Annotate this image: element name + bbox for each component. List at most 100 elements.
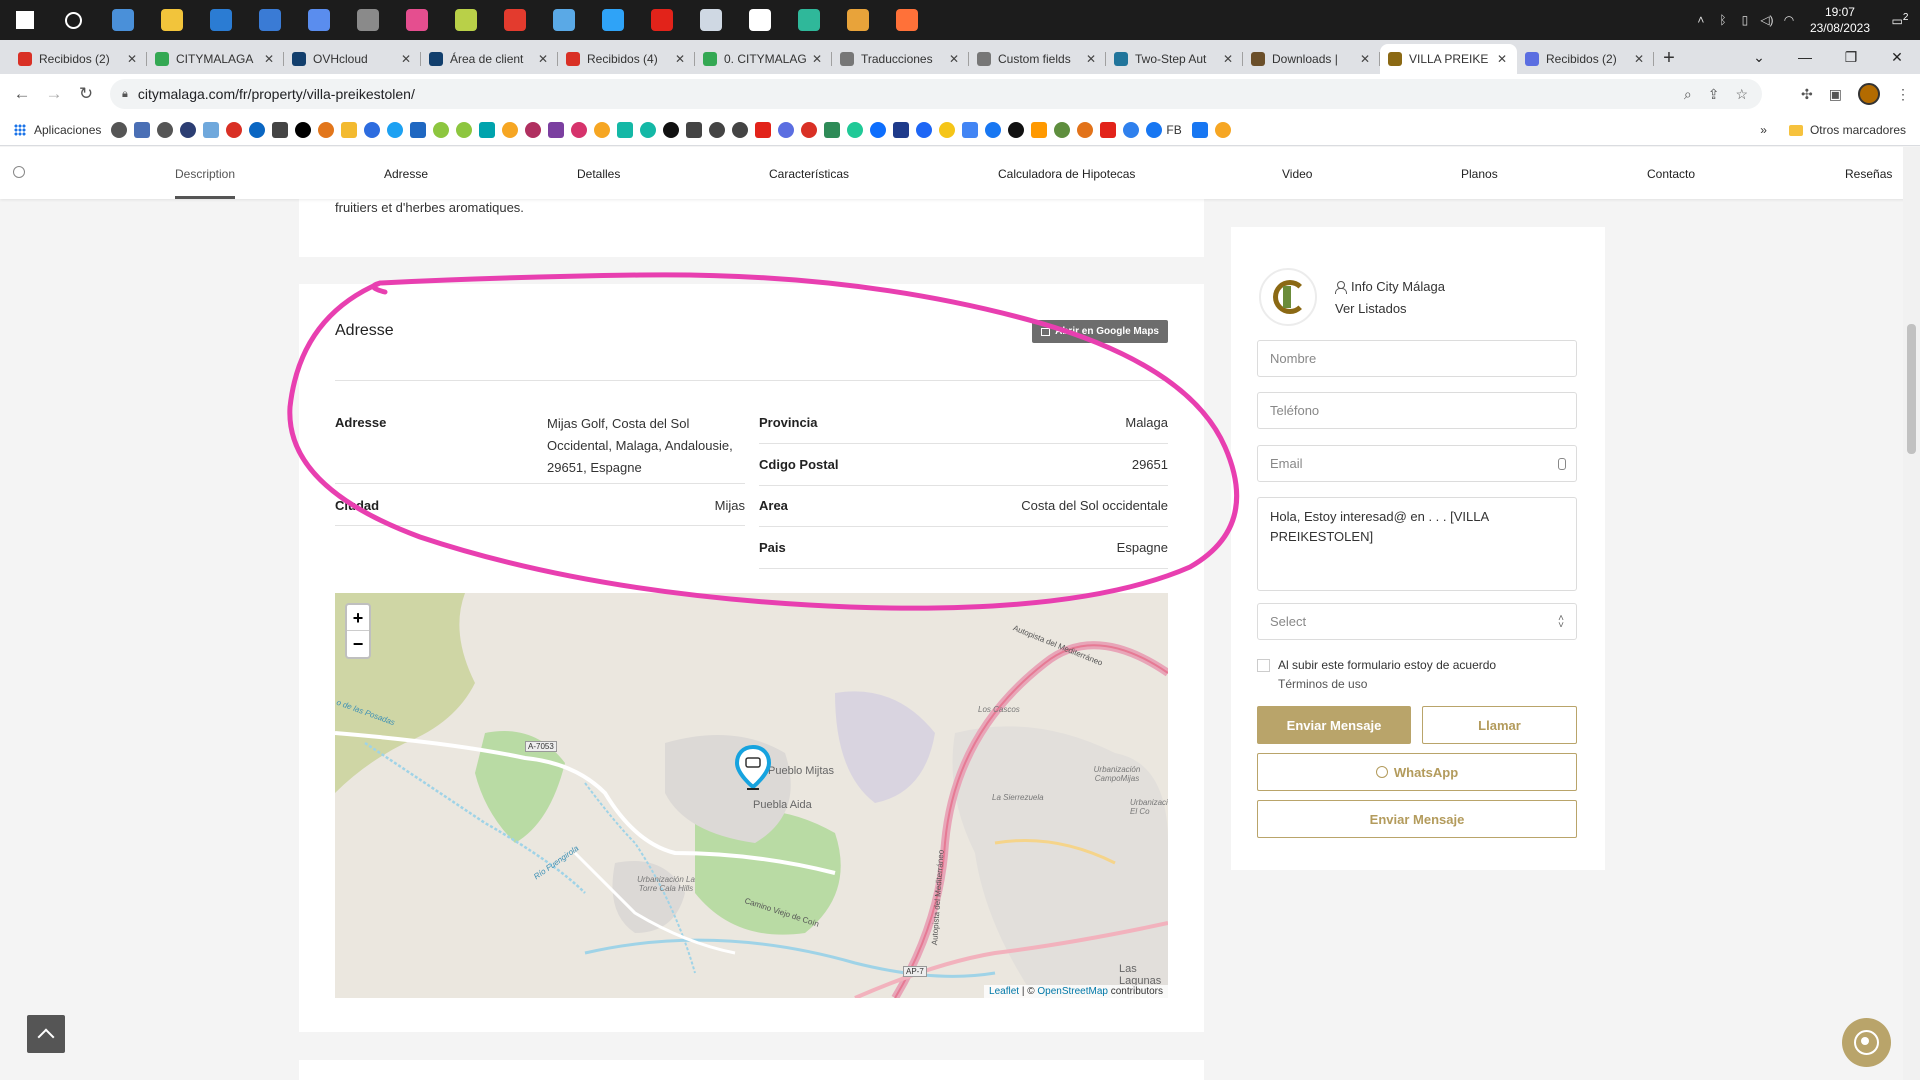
share-icon[interactable]: ⇪ [1708,86,1720,103]
browser-tab[interactable]: Recibidos (2) ✕ [10,44,147,74]
subnav-caracteristicas[interactable]: Características [769,167,849,181]
message-textarea[interactable]: Hola, Estoy interesad@ en . . . [VILLA P… [1257,497,1577,591]
battery-icon[interactable]: ▯ [1734,13,1756,27]
bookmark-icon[interactable] [847,121,864,138]
notepad-icon[interactable] [539,0,588,40]
bookmark-icon[interactable] [778,121,795,138]
browser-tab[interactable]: Two-Step Aut ✕ [1106,44,1243,74]
tab-close-icon[interactable]: ✕ [1084,52,1098,66]
zoom-out-button[interactable]: − [347,631,369,657]
profile-avatar[interactable] [1858,83,1880,105]
scroll-to-top-button[interactable] [27,1015,65,1053]
bookmark-fb-label[interactable]: FB [1166,123,1181,137]
tab-close-icon[interactable]: ✕ [810,52,824,66]
bookmark-icon[interactable] [640,121,657,138]
close-window-button[interactable]: ✕ [1874,49,1920,66]
volume-icon[interactable]: ◁) [1756,13,1778,27]
browser-tab[interactable]: OVHcloud ✕ [284,44,421,74]
restore-button[interactable]: ❐ [1828,49,1874,66]
chrome-icon[interactable] [833,0,882,40]
bookmark-icon[interactable] [1123,121,1140,138]
bookmark-icon[interactable] [410,121,427,138]
bookmark-icon[interactable] [456,121,473,138]
tab-close-icon[interactable]: ✕ [125,52,139,66]
bookmark-icon[interactable] [1191,121,1208,138]
bookmark-icon[interactable] [525,121,542,138]
bookmark-icon[interactable] [824,121,841,138]
back-button[interactable]: ← [6,84,38,104]
calculator-icon[interactable] [343,0,392,40]
bookmark-icon[interactable] [364,121,381,138]
bookmark-icon[interactable] [433,121,450,138]
tab-close-icon[interactable]: ✕ [673,52,687,66]
zoom-in-button[interactable]: + [347,605,369,631]
browser-tab[interactable]: Downloads | ✕ [1243,44,1380,74]
wifi-icon[interactable]: ◠ [1778,13,1800,27]
bookmark-icon[interactable] [1214,121,1231,138]
bookmark-icon[interactable] [318,121,335,138]
search-icon[interactable] [49,0,98,40]
browser-tab[interactable]: VILLA PREIKE ✕ [1380,44,1517,74]
start-icon[interactable] [0,0,49,40]
edge-dev-icon[interactable] [294,0,343,40]
email-field[interactable]: Email [1257,445,1577,482]
app-rings-icon[interactable] [392,0,441,40]
new-tab-button[interactable]: + [1654,44,1684,74]
subnav-calculadora[interactable]: Calculadora de Hipotecas [998,167,1135,181]
tab-close-icon[interactable]: ✕ [1632,52,1646,66]
bookmarks-overflow-icon[interactable]: » [1760,123,1767,137]
call-button[interactable]: Llamar [1422,706,1577,744]
tab-close-icon[interactable]: ✕ [1358,52,1372,66]
bookmark-icon[interactable] [157,121,174,138]
bookmark-icon[interactable] [249,121,266,138]
view-listings-link[interactable]: Ver Listados [1335,301,1407,316]
tab-close-icon[interactable]: ✕ [947,52,961,66]
chevron-up-icon[interactable]: ˄ [1690,13,1712,27]
page-scrollbar[interactable] [1903,147,1920,1080]
reload-button[interactable]: ↻ [70,84,102,104]
select-dropdown[interactable]: Select ˄ ˅ [1257,603,1577,640]
address-bar[interactable]: 🔒︎ citymalaga.com/fr/property/villa-prei… [110,79,1762,109]
app-cube-icon[interactable] [686,0,735,40]
tab-close-icon[interactable]: ✕ [1221,52,1235,66]
map-marker-icon[interactable] [734,744,772,791]
tab-close-icon[interactable]: ✕ [399,52,413,66]
bookmark-icon[interactable] [732,121,749,138]
bookmark-icon[interactable] [985,121,1002,138]
settings-icon[interactable] [735,0,784,40]
mail-icon[interactable] [196,0,245,40]
bookmark-icon[interactable] [893,121,910,138]
edge-icon[interactable] [784,0,833,40]
file-explorer-icon[interactable] [147,0,196,40]
photoshop-icon[interactable] [588,0,637,40]
open-google-maps-button[interactable]: Abrir en Google Maps [1032,320,1168,343]
property-map[interactable]: + − Autopista del Mediterráneo Autopista… [335,593,1168,998]
browser-tab[interactable]: Traducciones ✕ [832,44,969,74]
terms-link[interactable]: Términos de uso [1278,677,1367,691]
subnav-resenas[interactable]: Reseñas [1845,167,1892,181]
firefox-icon[interactable] [882,0,931,40]
settings-icon[interactable] [13,166,25,178]
bookmark-icon[interactable] [134,121,151,138]
send-message-button-2[interactable]: Enviar Mensaje [1257,800,1577,838]
bookmark-icon[interactable] [111,121,128,138]
browser-tab[interactable]: Área de client ✕ [421,44,558,74]
store-icon[interactable] [245,0,294,40]
minimize-button[interactable]: — [1782,49,1828,65]
subnav-video[interactable]: Video [1282,167,1312,181]
subnav-contacto[interactable]: Contacto [1647,167,1695,181]
side-panel-icon[interactable]: ▣ [1829,86,1842,103]
subnav-description[interactable]: Description [175,167,235,181]
bookmark-icon[interactable] [617,121,634,138]
bookmark-icon[interactable] [962,121,979,138]
app-cypher-icon[interactable] [490,0,539,40]
lock-icon[interactable]: 🔒︎ [122,88,128,101]
bookmark-icon[interactable] [686,121,703,138]
acrobat-icon[interactable] [637,0,686,40]
forward-button[interactable]: → [38,84,70,104]
agent-logo[interactable] [1259,268,1317,326]
task-view-icon[interactable] [98,0,147,40]
bookmark-icon[interactable] [1031,121,1048,138]
clock[interactable]: 19:07 23/08/2023 [1800,4,1880,36]
scrollbar-thumb[interactable] [1907,324,1916,454]
